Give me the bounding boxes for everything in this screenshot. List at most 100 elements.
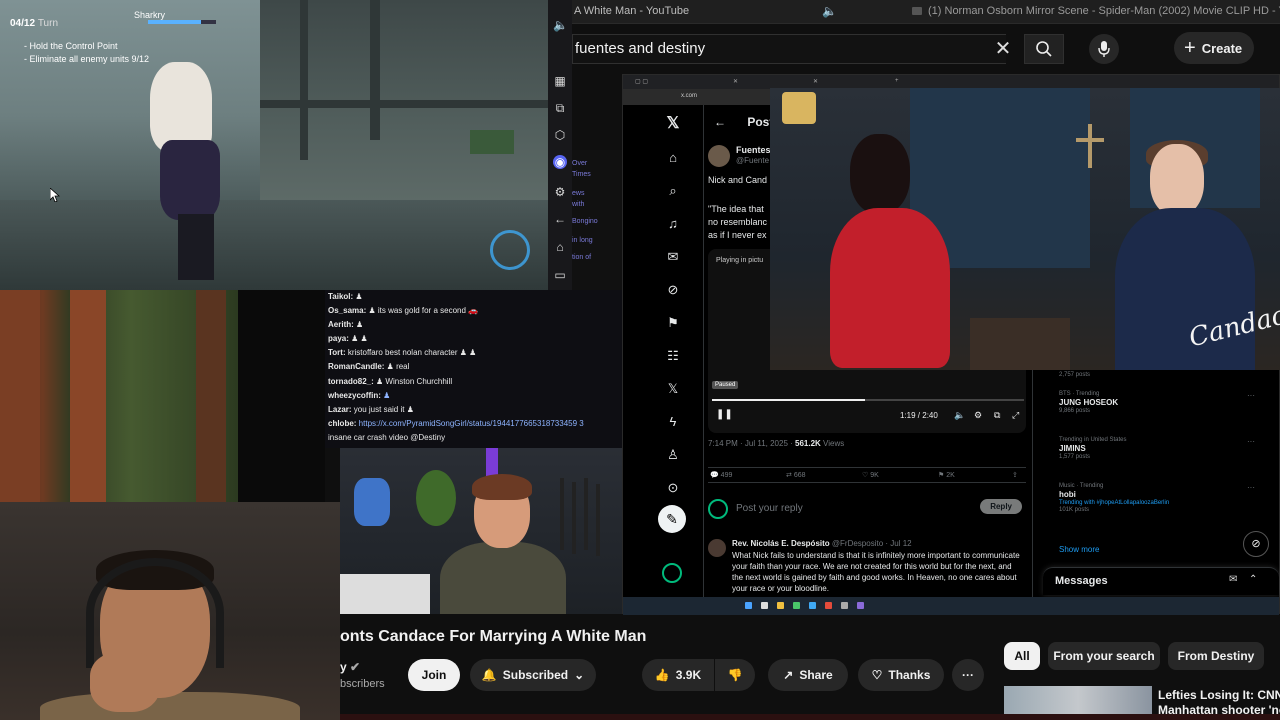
more-options-icon[interactable]: ··· — [1247, 391, 1255, 400]
taskbar-icon[interactable] — [761, 602, 768, 609]
chat-username[interactable]: paya: — [328, 334, 349, 343]
tabs-icon[interactable]: ▭ — [553, 268, 567, 282]
back-arrow-icon[interactable]: ← — [714, 115, 726, 129]
home-icon[interactable]: ⌂ — [553, 240, 567, 254]
tab-marker[interactable]: + — [895, 78, 899, 84]
like-button[interactable]: 👍 3.9K — [642, 659, 714, 691]
taskbar-icon[interactable] — [841, 602, 848, 609]
premium-icon[interactable]: 𝕏 — [666, 382, 680, 396]
home-icon[interactable]: ⌂ — [666, 151, 680, 165]
side-link[interactable]: ews — [572, 190, 622, 197]
chip-all[interactable]: All — [1004, 642, 1040, 670]
search-icon[interactable]: ⌕ — [666, 184, 680, 198]
trend-item[interactable]: Trending in United States JIMINS 1,577 p… — [1059, 437, 1255, 460]
chat-username[interactable]: Lazar: — [328, 405, 352, 414]
chat-username[interactable]: wheezycoffin: — [328, 391, 381, 400]
settings-gear-icon[interactable]: ⚙ — [974, 410, 982, 421]
reply-button[interactable]: Reply — [980, 499, 1022, 514]
taskbar-icon[interactable] — [793, 602, 800, 609]
profile-icon[interactable]: ♙ — [666, 448, 680, 462]
more-icon[interactable]: ⊙ — [666, 481, 680, 495]
speaker-icon[interactable]: 🔈 — [553, 18, 568, 32]
browser-tab-spiderman-clip[interactable]: (1) Norman Osborn Mirror Scene - Spider-… — [912, 5, 1280, 17]
bookmark-action[interactable]: ⚑ 2K — [938, 471, 955, 479]
side-link[interactable]: Times — [572, 171, 622, 178]
author-avatar[interactable] — [708, 145, 730, 167]
comment-author[interactable]: Rev. Nicolás E. Despósito @FrDesposito ·… — [732, 539, 912, 548]
interview-video[interactable]: Candace — [770, 88, 1280, 370]
windows-start-icon[interactable] — [745, 602, 752, 609]
more-options-icon[interactable]: ··· — [1247, 437, 1255, 446]
bookmark-icon[interactable]: ⚑ — [666, 316, 680, 330]
comment-avatar[interactable] — [708, 539, 726, 557]
channel-name[interactable]: y ✔ — [340, 660, 360, 674]
new-message-icon[interactable]: ✉ — [1229, 574, 1237, 585]
show-more-link[interactable]: Show more — [1059, 545, 1099, 554]
tab-marker[interactable]: ▢ ▢ — [635, 78, 648, 85]
browser-tab-youtube-video[interactable]: A White Man - YouTube 🔈 — [574, 4, 837, 18]
gear-icon[interactable]: ⚙ — [553, 185, 567, 199]
trend-item[interactable]: BTS · Trending JUNG HOSEOK 9,866 posts ·… — [1059, 391, 1255, 414]
trend-item[interactable]: 2,757 posts — [1059, 371, 1255, 378]
taskbar-icon[interactable] — [809, 602, 816, 609]
discord-icon[interactable]: ◉ — [553, 155, 567, 169]
expand-icon[interactable]: ⌃ — [1249, 574, 1257, 585]
tab-marker[interactable]: ✕ — [733, 78, 738, 85]
chat-username[interactable]: chlobe: — [328, 419, 356, 428]
search-button[interactable] — [1024, 34, 1064, 64]
more-actions-button[interactable]: ··· — [952, 659, 984, 691]
thanks-button[interactable]: ♡ Thanks — [858, 659, 944, 691]
grok-icon[interactable]: ⊘ — [666, 283, 680, 297]
chat-username[interactable]: Aerith: — [328, 320, 354, 329]
volume-icon[interactable]: 🔈 — [954, 410, 965, 421]
chat-username[interactable]: tornado82_: — [328, 377, 374, 386]
pip-icon[interactable]: ⧉ — [994, 410, 1000, 421]
reply-action[interactable]: 💬 499 — [710, 471, 732, 479]
create-button[interactable]: + Create — [1174, 32, 1255, 64]
search-input[interactable]: fuentes and destiny ✕ — [572, 34, 1011, 64]
clear-search-icon[interactable]: ✕ — [991, 37, 1015, 61]
verified-orgs-icon[interactable]: ϟ — [666, 415, 680, 429]
side-link[interactable]: in long — [572, 237, 622, 244]
messages-drawer[interactable]: Messages ✉ ⌃ — [1043, 567, 1279, 595]
side-link[interactable]: Bongino — [572, 218, 622, 225]
video-progress-bar[interactable] — [712, 399, 1024, 401]
chrome-icon[interactable] — [825, 602, 832, 609]
compose-post-button[interactable]: ✎ — [658, 505, 686, 533]
clip-icon[interactable]: ⧉ — [553, 101, 567, 115]
like-action[interactable]: ♡ 9K — [862, 471, 879, 479]
back-arrow-icon[interactable]: ← — [553, 212, 567, 226]
speaker-icon[interactable]: 🔈 — [822, 4, 837, 18]
join-button[interactable]: Join — [408, 659, 460, 691]
trend-hashtag[interactable]: Trending with #jhopeAtLollapaloozaBerlin — [1059, 500, 1255, 506]
side-link[interactable]: Over — [572, 160, 622, 167]
fullscreen-icon[interactable]: ⤢ — [1012, 410, 1019, 421]
taskbar-icon[interactable] — [857, 602, 864, 609]
share-button[interactable]: ↗ Share — [768, 659, 848, 691]
layout-icon[interactable]: ▦ — [553, 74, 567, 88]
trend-item[interactable]: Music · Trending hobi Trending with #jho… — [1059, 483, 1255, 513]
communities-icon[interactable]: ☷ — [666, 349, 680, 363]
x-logo-icon[interactable]: 𝕏 — [666, 116, 680, 132]
dislike-button[interactable]: 👎 — [715, 659, 755, 691]
folder-icon[interactable] — [777, 602, 784, 609]
voice-search-button[interactable] — [1089, 34, 1119, 64]
pause-icon[interactable]: ❚❚ — [716, 409, 733, 420]
grok-float-icon[interactable]: ⊘ — [1243, 531, 1269, 557]
chip-from-your-search[interactable]: From your search — [1048, 642, 1160, 670]
reply-input[interactable]: Post your reply — [736, 503, 803, 514]
tab-marker[interactable]: ✕ — [813, 78, 818, 85]
messages-icon[interactable]: ✉ — [666, 250, 680, 264]
share-icon[interactable]: ⇪ — [1012, 471, 1018, 479]
notifications-icon[interactable]: ♫ — [666, 217, 680, 231]
chat-username[interactable]: Taikol: — [328, 292, 353, 301]
chat-username[interactable]: Tort: — [328, 348, 346, 357]
side-link[interactable]: tion of — [572, 254, 622, 261]
more-options-icon[interactable]: ··· — [1247, 483, 1255, 492]
package-icon[interactable]: ⬡ — [553, 128, 567, 142]
chip-from-destiny[interactable]: From Destiny — [1168, 642, 1264, 670]
account-avatar[interactable] — [662, 563, 682, 583]
chat-username[interactable]: RomanCandle: — [328, 362, 384, 371]
repost-action[interactable]: ⇄ 668 — [786, 471, 806, 479]
side-link[interactable]: with — [572, 201, 622, 208]
